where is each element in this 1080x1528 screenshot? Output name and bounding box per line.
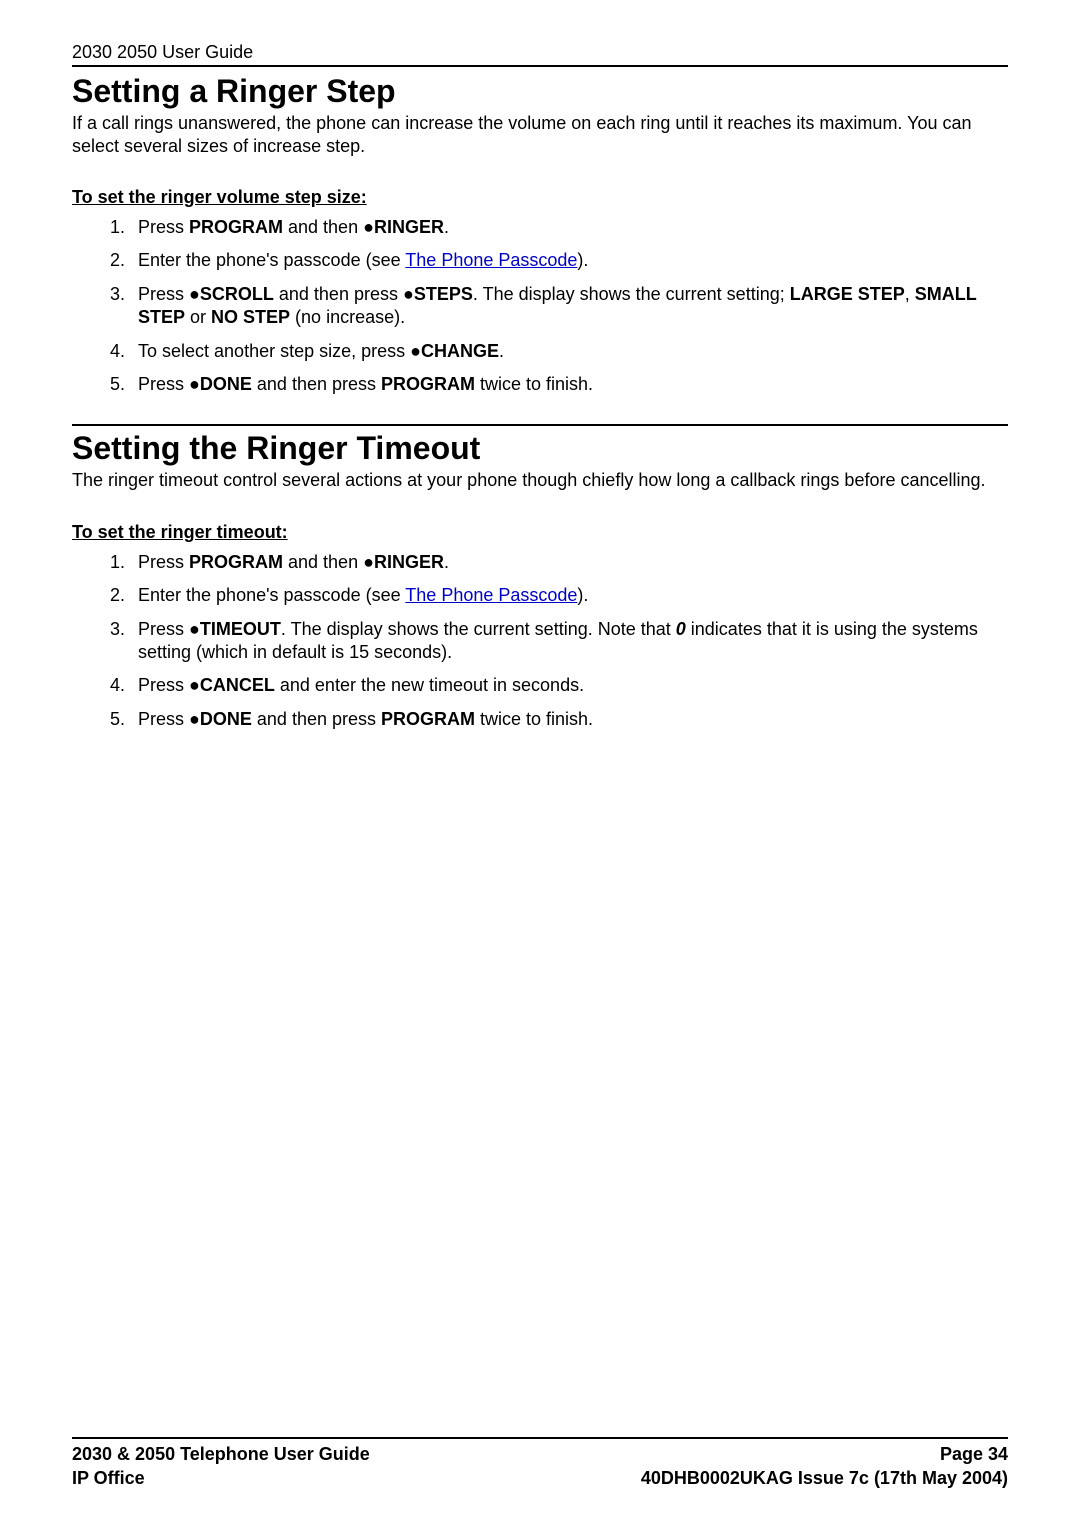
key-program: PROGRAM: [381, 374, 475, 394]
text: Press: [138, 619, 189, 639]
glyph: ●: [189, 374, 200, 394]
text: Enter the phone's passcode (see: [138, 585, 405, 605]
footer-rule: [72, 1437, 1008, 1439]
text: Press: [138, 552, 189, 572]
text: and then: [283, 217, 363, 237]
text: Press: [138, 709, 189, 729]
section1-intro: If a call rings unanswered, the phone ca…: [72, 112, 1008, 157]
glyph: ●: [189, 709, 200, 729]
key-change: CHANGE: [421, 341, 499, 361]
text: and then: [283, 552, 363, 572]
section1-steps: Press PROGRAM and then ●RINGER. Enter th…: [72, 216, 1008, 396]
section-divider: [72, 424, 1008, 426]
key-ringer: RINGER: [374, 552, 444, 572]
text: Press: [138, 374, 189, 394]
glyph: ●: [403, 284, 414, 304]
key-scroll: SCROLL: [200, 284, 274, 304]
footer-left-1: 2030 & 2050 Telephone User Guide: [72, 1443, 370, 1466]
text: ).: [577, 585, 588, 605]
section2-steps: Press PROGRAM and then ●RINGER. Enter th…: [72, 551, 1008, 731]
section2-subheading: To set the ringer timeout:: [72, 522, 1008, 543]
key-done: DONE: [200, 374, 252, 394]
footer: 2030 & 2050 Telephone User Guide Page 34…: [72, 1437, 1008, 1490]
text: and then press: [252, 374, 381, 394]
text: .: [444, 552, 449, 572]
key-program: PROGRAM: [189, 217, 283, 237]
text: ,: [905, 284, 915, 304]
key-done: DONE: [200, 709, 252, 729]
text: or: [185, 307, 211, 327]
section2-step1: Press PROGRAM and then ●RINGER.: [130, 551, 1008, 574]
header-rule: [72, 65, 1008, 67]
key-steps: STEPS: [414, 284, 473, 304]
phone-passcode-link[interactable]: The Phone Passcode: [405, 250, 577, 270]
glyph: ●: [363, 217, 374, 237]
text: .: [499, 341, 504, 361]
value-no-step: NO STEP: [211, 307, 290, 327]
text: (no increase).: [290, 307, 405, 327]
key-cancel: CANCEL: [200, 675, 275, 695]
value-large-step: LARGE STEP: [790, 284, 905, 304]
footer-row-1: 2030 & 2050 Telephone User Guide Page 34: [72, 1443, 1008, 1466]
section2-title: Setting the Ringer Timeout: [72, 430, 1008, 467]
glyph: ●: [189, 284, 200, 304]
text: Press: [138, 284, 189, 304]
section2-step2: Enter the phone's passcode (see The Phon…: [130, 584, 1008, 607]
text: and then press: [274, 284, 403, 304]
page-content: 2030 2050 User Guide Setting a Ringer St…: [0, 0, 1080, 1528]
section1-title: Setting a Ringer Step: [72, 73, 1008, 110]
text: twice to finish.: [475, 374, 593, 394]
section1-step3: Press ●SCROLL and then press ●STEPS. The…: [130, 283, 1008, 330]
key-ringer: RINGER: [374, 217, 444, 237]
glyph: ●: [189, 675, 200, 695]
footer-left-2: IP Office: [72, 1467, 145, 1490]
text: .: [444, 217, 449, 237]
phone-passcode-link[interactable]: The Phone Passcode: [405, 585, 577, 605]
header-title: 2030 2050 User Guide: [72, 42, 1008, 63]
glyph: ●: [363, 552, 374, 572]
section1-step2: Enter the phone's passcode (see The Phon…: [130, 249, 1008, 272]
text: Press: [138, 217, 189, 237]
value-zero: 0: [676, 619, 686, 639]
text: To select another step size, press: [138, 341, 410, 361]
section2-step3: Press ●TIMEOUT. The display shows the cu…: [130, 618, 1008, 665]
text: Press: [138, 675, 189, 695]
key-timeout: TIMEOUT: [200, 619, 281, 639]
glyph: ●: [410, 341, 421, 361]
section1-step5: Press ●DONE and then press PROGRAM twice…: [130, 373, 1008, 396]
section2-intro: The ringer timeout control several actio…: [72, 469, 1008, 492]
glyph: ●: [189, 619, 200, 639]
footer-right-2: 40DHB0002UKAG Issue 7c (17th May 2004): [641, 1467, 1008, 1490]
text: Enter the phone's passcode (see: [138, 250, 405, 270]
text: and then press: [252, 709, 381, 729]
section1-step1: Press PROGRAM and then ●RINGER.: [130, 216, 1008, 239]
key-program: PROGRAM: [189, 552, 283, 572]
text: . The display shows the current setting.…: [281, 619, 676, 639]
section1-step4: To select another step size, press ●CHAN…: [130, 340, 1008, 363]
text: twice to finish.: [475, 709, 593, 729]
footer-row-2: IP Office 40DHB0002UKAG Issue 7c (17th M…: [72, 1467, 1008, 1490]
section2-step5: Press ●DONE and then press PROGRAM twice…: [130, 708, 1008, 731]
text: ).: [577, 250, 588, 270]
key-program: PROGRAM: [381, 709, 475, 729]
text: . The display shows the current setting;: [473, 284, 790, 304]
text: and enter the new timeout in seconds.: [275, 675, 584, 695]
footer-right-1: Page 34: [940, 1443, 1008, 1466]
section2-step4: Press ●CANCEL and enter the new timeout …: [130, 674, 1008, 697]
section1-subheading: To set the ringer volume step size:: [72, 187, 1008, 208]
